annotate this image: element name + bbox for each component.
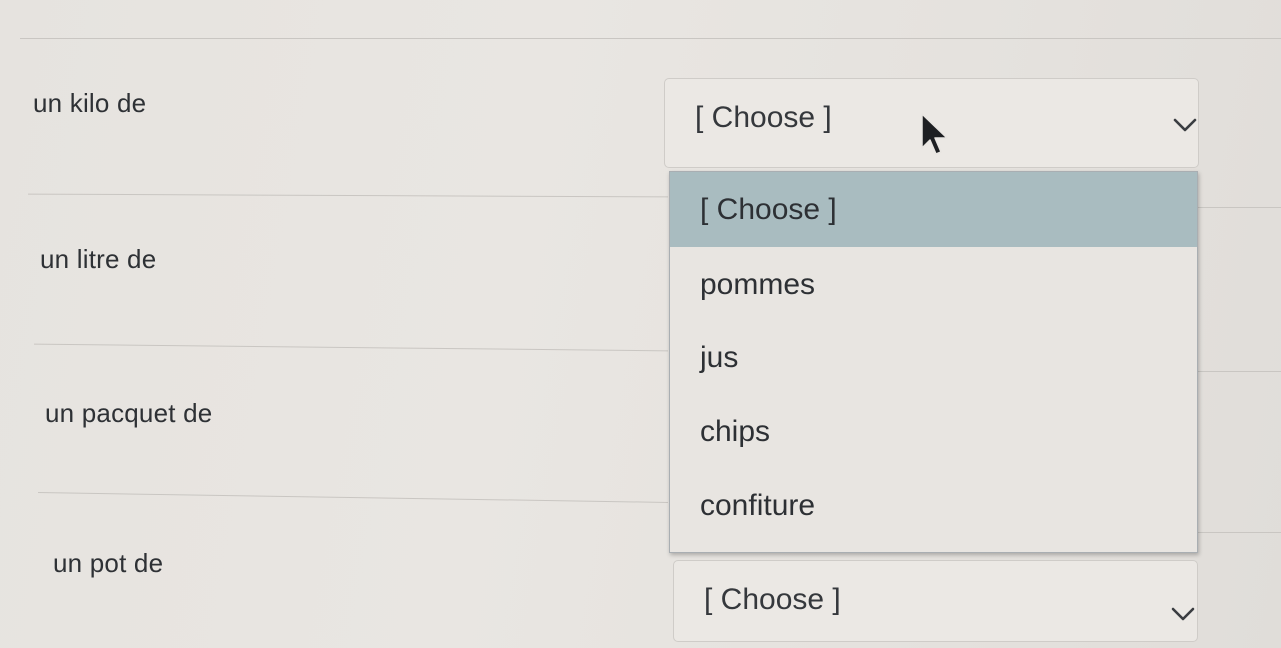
divider	[1198, 371, 1281, 372]
dropdown-option-pommes[interactable]: pommes	[670, 247, 1197, 322]
divider	[38, 492, 668, 503]
divider	[1198, 532, 1281, 533]
dropdown-option-choose[interactable]: [ Choose ]	[670, 172, 1197, 247]
answer-select-pot[interactable]: [ Choose ]	[673, 560, 1198, 642]
chevron-down-icon	[1171, 607, 1195, 621]
select-value: [ Choose ]	[704, 583, 841, 616]
mouse-pointer-icon	[921, 113, 948, 155]
dropdown-option-confiture[interactable]: confiture	[670, 468, 1197, 543]
dropdown-option-chips[interactable]: chips	[670, 394, 1197, 469]
divider	[1198, 207, 1281, 208]
divider	[20, 38, 1281, 39]
select-value: [ Choose ]	[695, 101, 832, 134]
chevron-down-icon	[1173, 118, 1197, 132]
divider	[34, 343, 668, 352]
divider	[28, 193, 668, 198]
row-label-kilo: un kilo de	[33, 88, 147, 118]
row-label-pot: un pot de	[53, 548, 164, 578]
dropdown-list: [ Choose ] pommes jus chips confiture	[669, 171, 1198, 553]
dropdown-option-jus[interactable]: jus	[670, 320, 1197, 395]
row-label-litre: un litre de	[40, 244, 157, 274]
row-label-pacquet: un pacquet de	[45, 398, 213, 428]
